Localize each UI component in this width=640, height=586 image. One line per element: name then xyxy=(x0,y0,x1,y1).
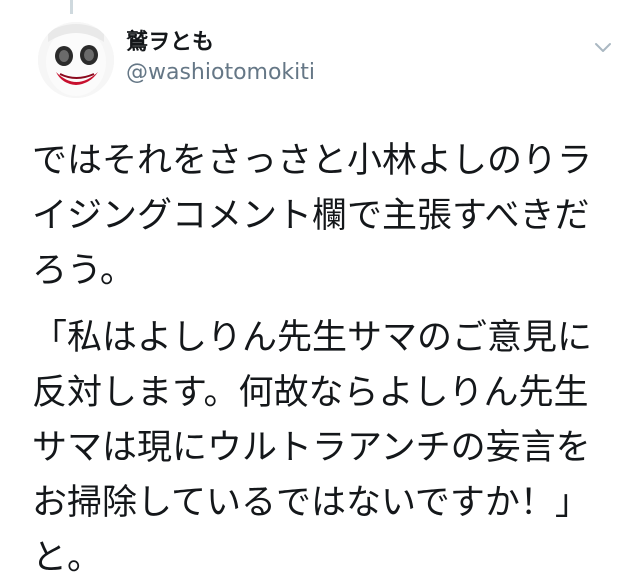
text-line: と。 xyxy=(32,538,103,578)
text-line: イジングコメント欄で主張すべきだ xyxy=(32,196,590,236)
text-line: お掃除しているではないですか！」 xyxy=(32,483,590,523)
user-handle[interactable]: @washiotomokiti xyxy=(126,60,315,86)
joker-face-avatar-icon xyxy=(38,22,114,98)
tweet-text: ではそれをさっさと小林よしのりラ イジングコメント欄で主張すべきだ ろう。 「私… xyxy=(32,134,632,586)
display-name[interactable]: 鷲ヲとも xyxy=(126,30,214,56)
tweet-paragraph-1: ではそれをさっさと小林よしのりラ イジングコメント欄で主張すべきだ ろう。 xyxy=(32,134,632,299)
text-line: 反対します。何故ならよしりん先生 xyxy=(32,373,589,413)
tweet-card: 鷲ヲとも @washiotomokiti ではそれをさっさと小林よしのりラ イジ… xyxy=(0,0,640,578)
avatar[interactable] xyxy=(38,22,114,98)
thread-connector-line xyxy=(70,0,73,14)
text-line: サマは現にウルトラアンチの妄言を xyxy=(32,428,591,468)
tweet-paragraph-2: 「私はよしりん先生サマのご意見に 反対します。何故ならよしりん先生 サマは現にウ… xyxy=(32,311,632,586)
text-line: 「私はよしりん先生サマのご意見に xyxy=(32,318,593,358)
text-line: ではそれをさっさと小林よしのりラ xyxy=(32,141,593,181)
chevron-down-icon[interactable] xyxy=(590,34,616,60)
text-line: ろう。 xyxy=(32,251,135,291)
